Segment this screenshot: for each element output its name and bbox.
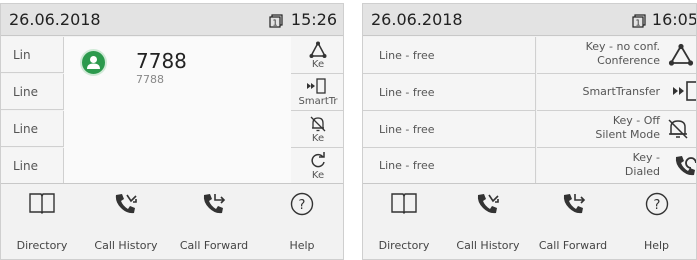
softkey-label: Call History: [456, 239, 520, 252]
line-key-label: Line: [13, 121, 39, 136]
status-bar: 26.06.2018 1 16:05: [363, 4, 696, 36]
softkey-directory[interactable]: Directory: [1, 184, 83, 259]
call-history-icon: [115, 194, 137, 214]
function-key-line1: Key -: [632, 151, 660, 164]
svg-text:1: 1: [272, 19, 277, 28]
contact-avatar-icon: [80, 49, 107, 76]
line-key-label: Line: [13, 84, 39, 99]
conference-icon: [668, 43, 694, 66]
right-key-label: Ke: [311, 170, 325, 181]
function-key-line2: Conference: [597, 54, 660, 67]
function-key-text: Key - Dialed: [625, 151, 660, 179]
line-key-label: Lin: [13, 47, 31, 62]
function-key-text: Key - no conf. Conference: [586, 40, 660, 68]
line-1-icon: 1: [269, 14, 283, 28]
right-key-silent-mode[interactable]: Ke: [291, 111, 343, 148]
softkey-bar: Directory Call History Call Forward ? He…: [363, 183, 696, 259]
softkey-label: Help: [643, 239, 670, 252]
line-key-3[interactable]: Line: [1, 111, 64, 147]
line-key-label: Line - free: [379, 48, 435, 62]
call-contact-name: 7788: [136, 49, 187, 73]
softkey-call-history[interactable]: Call History: [83, 184, 169, 259]
svg-text:?: ?: [299, 198, 306, 213]
phone-screen-2: 26.06.2018 1 16:05 Line - free Line - fr…: [362, 3, 697, 260]
softkey-label: Call Forward: [179, 239, 249, 252]
redial-icon: [675, 156, 696, 176]
right-key-label: SmartTr: [298, 96, 338, 107]
svg-text:?: ?: [654, 198, 661, 213]
conference-icon: [309, 41, 327, 58]
help-icon: ?: [645, 192, 669, 216]
book-icon: [391, 193, 417, 214]
silent-mode-icon: [668, 119, 688, 139]
redial-icon: [311, 152, 325, 168]
line-key-label: Line: [13, 158, 39, 173]
softkey-label: Directory: [378, 239, 430, 252]
call-forward-icon: [563, 194, 586, 214]
line-key-label: Line - free: [379, 159, 435, 172]
function-key-line2: Silent Mode: [595, 128, 660, 141]
smart-transfer-icon: [673, 81, 696, 101]
book-icon: [29, 193, 55, 214]
call-history-icon: [477, 194, 499, 214]
softkey-help[interactable]: ? Help: [615, 184, 696, 259]
line-key-2[interactable]: Line - free: [363, 74, 536, 111]
softkey-directory[interactable]: Directory: [363, 184, 445, 259]
function-key-conference[interactable]: Key - no conf. Conference: [537, 37, 696, 74]
line-key-1[interactable]: Line - free: [363, 37, 536, 74]
softkey-bar: Directory Call History Call Forward ? He…: [1, 183, 343, 259]
status-date: 26.06.2018: [371, 10, 463, 29]
svg-text:1: 1: [635, 19, 640, 28]
function-key-smart-transfer[interactable]: SmartTransfer: [537, 74, 696, 111]
status-bar: 26.06.2018 1 15:26: [1, 4, 343, 36]
line-key-4[interactable]: Line: [1, 148, 64, 184]
call-forward-icon: [203, 194, 226, 214]
right-key-smart-transfer[interactable]: SmartTr: [291, 74, 343, 111]
softkey-label: Call History: [94, 239, 158, 252]
silent-mode-icon: [310, 116, 326, 132]
function-key-text: Key - Off Silent Mode: [595, 114, 660, 142]
function-key-silent-mode[interactable]: Key - Off Silent Mode: [537, 111, 696, 148]
function-key-line2: Dialed: [624, 165, 660, 178]
status-time: 15:26: [290, 10, 337, 29]
line-1-icon: 1: [632, 14, 646, 28]
smart-transfer-icon: [307, 78, 326, 94]
line-key-2[interactable]: Line: [1, 74, 64, 110]
softkey-label: Call Forward: [538, 239, 608, 252]
line-key-4[interactable]: Line - free: [363, 148, 536, 184]
active-call-panel[interactable]: 7788 7788: [64, 37, 292, 184]
status-date: 26.06.2018: [9, 10, 101, 29]
line-key-3[interactable]: Line - free: [363, 111, 536, 148]
softkey-help[interactable]: ? Help: [259, 184, 343, 259]
softkey-label: Help: [289, 239, 315, 252]
function-key-line1: Key - Off: [612, 114, 660, 127]
right-key-label: Ke: [311, 133, 325, 144]
status-time: 16:05: [651, 10, 697, 29]
help-icon: ?: [290, 192, 314, 216]
right-key-conference[interactable]: Ke: [291, 37, 343, 74]
softkey-label: Directory: [16, 239, 68, 252]
softkey-call-forward[interactable]: Call Forward: [169, 184, 259, 259]
line-key-label: Line - free: [379, 85, 435, 99]
function-key-redial[interactable]: Key - Dialed: [537, 148, 696, 184]
function-key-text: SmartTransfer: [582, 85, 660, 99]
line-key-label: Line - free: [379, 122, 435, 136]
phone-screen-1: 26.06.2018 1 15:26 Lin Line Line Line 77…: [0, 3, 344, 260]
line-key-1[interactable]: Lin: [1, 37, 64, 73]
softkey-call-history[interactable]: Call History: [445, 184, 531, 259]
softkey-call-forward[interactable]: Call Forward: [531, 184, 615, 259]
function-key-line1: Key - no conf.: [585, 40, 660, 53]
function-key-line1: SmartTransfer: [582, 85, 660, 98]
right-key-label: Ke: [311, 59, 325, 70]
call-contact-number: 7788: [136, 73, 164, 86]
right-key-redial[interactable]: Ke: [291, 148, 343, 184]
